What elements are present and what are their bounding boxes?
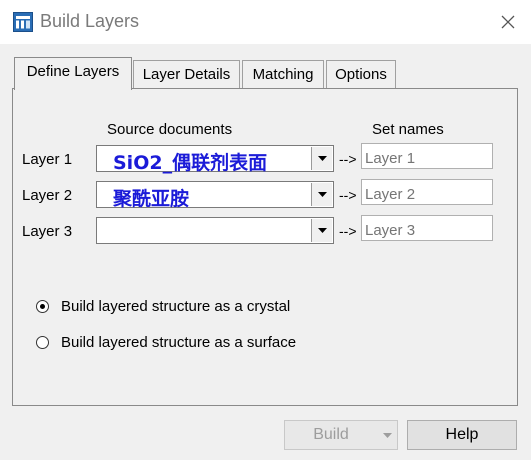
tab-matching[interactable]: Matching <box>242 60 324 89</box>
layer-3-set-name-input[interactable] <box>361 215 493 241</box>
layer-1-label: Layer 1 <box>22 151 73 168</box>
chevron-down-icon <box>317 228 327 233</box>
tab-options[interactable]: Options <box>326 60 396 89</box>
layer-2-arrow: --> <box>339 187 357 203</box>
title-bar: Build Layers <box>0 0 531 44</box>
layer-3-dropdown-button[interactable] <box>311 219 332 242</box>
tab-label: Options <box>335 66 387 83</box>
layer-1-source-value: SiO2_偶联剂表面 <box>113 152 268 174</box>
layer-1-set-name-input[interactable] <box>361 143 493 169</box>
layer-2-dropdown-button[interactable] <box>311 183 332 206</box>
app-icon <box>13 12 33 32</box>
chevron-down-icon <box>382 432 392 438</box>
surface-option[interactable]: Build layered structure as a surface <box>36 334 296 351</box>
crystal-radio[interactable] <box>36 300 49 313</box>
close-button[interactable] <box>485 0 531 44</box>
build-dropdown-button[interactable] <box>377 420 398 450</box>
surface-option-label: Build layered structure as a surface <box>61 334 297 351</box>
crystal-option-label: Build layered structure as a crystal <box>61 298 291 315</box>
layer-3-arrow: --> <box>339 223 357 239</box>
tab-layer-details[interactable]: Layer Details <box>133 60 240 89</box>
build-button[interactable]: Build <box>284 420 378 450</box>
chevron-down-icon <box>317 156 327 161</box>
layer-1-arrow: --> <box>339 151 357 167</box>
layer-2-source-combo[interactable]: 聚酰亚胺 <box>96 181 334 210</box>
layer-1-source-combo[interactable]: SiO2_偶联剂表面 <box>96 145 334 174</box>
set-names-header: Set names <box>372 121 444 138</box>
help-button[interactable]: Help <box>407 420 517 450</box>
help-button-label: Help <box>445 426 479 443</box>
tab-define-layers[interactable]: Define Layers <box>14 57 132 90</box>
layer-2-label: Layer 2 <box>22 187 73 204</box>
surface-radio[interactable] <box>36 336 49 349</box>
chevron-down-icon <box>317 192 327 197</box>
layer-3-source-combo[interactable] <box>96 217 334 244</box>
layer-2-set-name-input[interactable] <box>361 179 493 205</box>
tab-label: Matching <box>252 66 314 83</box>
tab-label: Define Layers <box>26 63 120 80</box>
close-icon <box>501 15 515 29</box>
source-documents-header: Source documents <box>107 121 233 138</box>
build-button-label: Build <box>313 426 349 443</box>
layer-3-label: Layer 3 <box>22 223 73 240</box>
window-title: Build Layers <box>40 11 140 31</box>
crystal-option[interactable]: Build layered structure as a crystal <box>36 298 290 315</box>
layer-2-source-value: 聚酰亚胺 <box>113 188 190 210</box>
layer-1-dropdown-button[interactable] <box>311 147 332 170</box>
tab-label: Layer Details <box>142 66 231 83</box>
